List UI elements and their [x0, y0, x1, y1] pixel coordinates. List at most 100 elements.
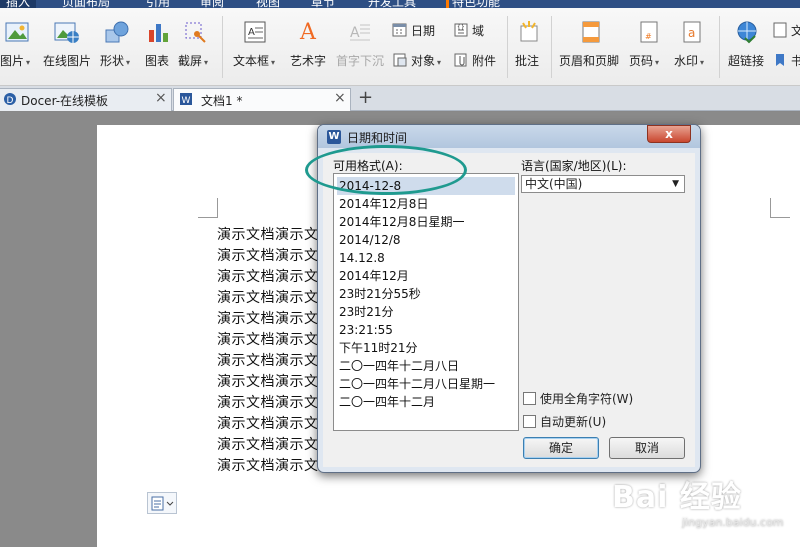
- online-picture-button[interactable]: 在线图片: [40, 8, 96, 86]
- document-line: 演示文档演示文档: [217, 395, 333, 411]
- format-item[interactable]: 23时21分55秒: [337, 285, 515, 303]
- screenshot-icon: [185, 22, 206, 43]
- fullwidth-checkbox[interactable]: [523, 392, 536, 405]
- menu-tab-developer[interactable]: 开发工具: [368, 0, 416, 8]
- online-picture-label: 在线图片: [43, 54, 92, 68]
- page-number-button[interactable]: # 页码 ▾: [627, 8, 667, 86]
- picture-button[interactable]: 图片 ▾: [0, 8, 36, 86]
- document-line: 演示文档演示文档: [217, 374, 333, 390]
- highlight-annotation-ellipse: [305, 145, 467, 195]
- document-line: 演示文档演示文档: [217, 311, 333, 327]
- document-line: 演示文档演示文档: [217, 332, 333, 348]
- dialog-body: 可用格式(A): 2014-12-8 2014年12月8日 2014年12月8日…: [323, 153, 695, 467]
- menu-tab-features-label: 特色功能: [452, 0, 501, 8]
- svg-text:#: #: [645, 32, 652, 41]
- text-partial-button[interactable]: 文: [772, 22, 800, 40]
- language-value: 中文(中国): [525, 177, 583, 191]
- menu-tab-layout[interactable]: 页面布局: [62, 0, 110, 8]
- wordart-icon: A: [299, 20, 317, 44]
- screenshot-button[interactable]: 截屏 ▾: [177, 8, 217, 86]
- tab-docer-close-icon[interactable]: ×: [155, 90, 167, 106]
- globe-link-icon: [737, 21, 757, 44]
- dialog-close-button[interactable]: x: [647, 125, 691, 143]
- crossref-partial-label: 书: [791, 54, 800, 68]
- menu-tab-features[interactable]: 特色功能: [446, 0, 500, 8]
- fullwidth-label: 使用全角字符(W): [540, 392, 634, 406]
- wordart-button[interactable]: A 艺术字: [287, 8, 331, 86]
- menu-tab-section[interactable]: 章节: [311, 0, 335, 8]
- textbox-label: 文本框: [233, 54, 270, 68]
- paste-options-button[interactable]: [147, 492, 177, 514]
- format-item[interactable]: 二〇一四年十二月: [337, 393, 515, 411]
- dropcap-button[interactable]: A 首字下沉: [334, 8, 388, 86]
- format-item[interactable]: 二〇一四年十二月八日: [337, 357, 515, 375]
- format-item[interactable]: 下午11时21分: [337, 339, 515, 357]
- shape-button[interactable]: 形状 ▾: [98, 8, 142, 86]
- format-item[interactable]: 23:21:55: [337, 321, 515, 339]
- menu-bar: 插入 页面布局 引用 审阅 视图 章节 开发工具 特色功能: [0, 0, 800, 8]
- menu-tab-insert[interactable]: 插入: [0, 0, 37, 8]
- new-tab-plus-icon[interactable]: +: [358, 87, 373, 108]
- page-margin-corner-left: [198, 198, 218, 218]
- autoupdate-label: 自动更新(U): [540, 415, 607, 429]
- document-line: 演示文档演示文档: [217, 227, 333, 243]
- tab-document1-label: 文档1 *: [201, 94, 243, 108]
- document-body-text[interactable]: 演示文档演示文档 演示文档演示文档 演示文档演示文档 演示文档演示文档 演示文档…: [217, 226, 333, 478]
- page-number-label: 页码: [629, 54, 654, 68]
- format-item[interactable]: 2014年12月8日: [337, 195, 515, 213]
- document-line: 演示文档演示文档: [217, 353, 333, 369]
- field-label: 域: [472, 24, 485, 38]
- tab-docer-label: Docer-在线模板: [21, 94, 109, 108]
- ok-button[interactable]: 确定: [523, 437, 599, 459]
- object-icon: [393, 53, 407, 67]
- object-label: 对象: [411, 54, 436, 68]
- dropcap-icon: A: [350, 24, 370, 41]
- tab-document1-close-icon[interactable]: ×: [334, 90, 346, 106]
- format-item[interactable]: 14.12.8: [337, 249, 515, 267]
- format-item[interactable]: 2014/12/8: [337, 231, 515, 249]
- attachment-button[interactable]: 附件: [453, 52, 503, 70]
- document-line: 演示文档演示文档: [217, 290, 333, 306]
- format-item[interactable]: 23时21分: [337, 303, 515, 321]
- menu-tab-review[interactable]: 审阅: [200, 0, 224, 8]
- calendar-icon: [392, 23, 407, 37]
- format-list[interactable]: 2014-12-8 2014年12月8日 2014年12月8日星期一 2014/…: [333, 173, 519, 431]
- hyperlink-button[interactable]: 超链接: [725, 8, 769, 86]
- textbox-icon: A: [244, 21, 266, 43]
- dropcap-label: 首字下沉: [336, 54, 385, 68]
- menu-tab-view[interactable]: 视图: [256, 0, 280, 8]
- date-button[interactable]: 日期: [392, 22, 442, 40]
- autoupdate-checkbox[interactable]: [523, 415, 536, 428]
- document-line: 演示文档演示文档: [217, 437, 333, 453]
- comment-label: 批注: [515, 54, 540, 68]
- autoupdate-checkbox-row[interactable]: 自动更新(U): [523, 413, 606, 430]
- comment-button[interactable]: 批注: [511, 8, 547, 86]
- watermark-button[interactable]: a 水印 ▾: [672, 8, 714, 86]
- chart-button[interactable]: 图表: [143, 8, 175, 86]
- ribbon-divider: [507, 16, 508, 78]
- object-button[interactable]: 对象 ▾: [392, 52, 450, 70]
- menu-tab-references[interactable]: 引用: [146, 0, 170, 8]
- svg-text:D: D: [7, 96, 14, 106]
- format-item[interactable]: 二〇一四年十二月八日星期一: [337, 375, 515, 393]
- shape-label: 形状: [100, 54, 125, 68]
- chart-icon: [149, 24, 168, 42]
- features-marker: [446, 0, 449, 8]
- svg-text:{}: {}: [457, 24, 465, 31]
- document-tab-bar: D Docer-在线模板 × W 文档1 * ×: [0, 86, 800, 111]
- field-button[interactable]: {} 域: [453, 22, 493, 40]
- tab-document1[interactable]: W 文档1 * ×: [173, 88, 351, 111]
- textbox-button[interactable]: A 文本框 ▾: [229, 8, 281, 86]
- screenshot-label: 截屏: [178, 54, 203, 68]
- format-item[interactable]: 2014年12月: [337, 267, 515, 285]
- fullwidth-checkbox-row[interactable]: 使用全角字符(W): [523, 390, 633, 407]
- svg-text:A: A: [350, 25, 360, 41]
- tab-docer-templates[interactable]: D Docer-在线模板 ×: [0, 88, 172, 111]
- crossref-partial-button[interactable]: 书: [772, 52, 800, 70]
- language-select[interactable]: 中文(中国) ▼: [521, 175, 685, 193]
- page-margin-corner-right: [770, 198, 790, 218]
- watermark-url-text: jingyan.baidu.com: [682, 516, 784, 529]
- format-item[interactable]: 2014年12月8日星期一: [337, 213, 515, 231]
- cancel-button[interactable]: 取消: [609, 437, 685, 459]
- header-footer-button[interactable]: 页眉和页脚: [557, 8, 623, 86]
